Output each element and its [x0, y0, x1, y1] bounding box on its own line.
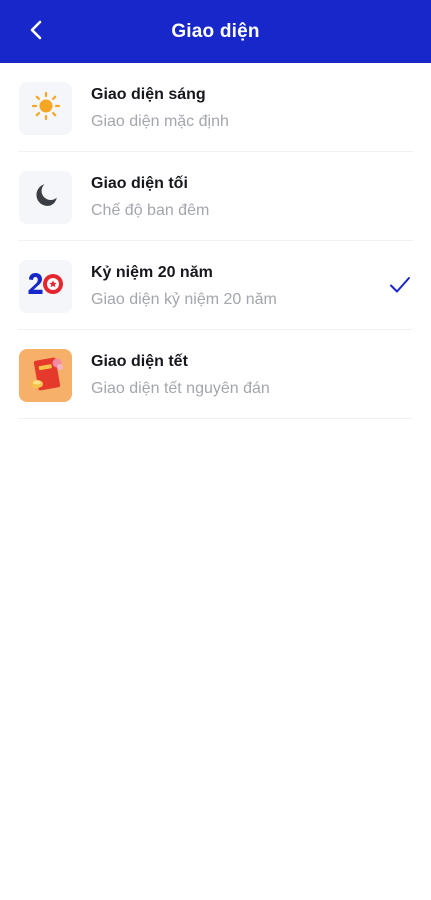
lunar-new-year-icon — [24, 351, 68, 400]
theme-title: Giao diện tết — [91, 353, 188, 370]
moon-icon — [31, 180, 61, 215]
sun-icon — [31, 91, 61, 126]
anniversary-20-icon — [27, 271, 65, 302]
app-header: Giao diện — [0, 0, 431, 63]
theme-option-dark[interactable]: Giao diện tối Chế độ ban đêm — [0, 152, 431, 241]
chevron-left-icon — [29, 20, 43, 45]
theme-text-group: Giao diện sáng Giao diện mặc định — [91, 84, 371, 133]
theme-text-group: Giao diện tết Giao diện tết nguyên đán — [91, 351, 371, 400]
theme-title: Giao diện tối — [91, 175, 188, 192]
theme-title: Giao diện sáng — [91, 86, 206, 103]
theme-icon-container — [19, 349, 72, 402]
theme-subtitle: Giao diện tết nguyên đán — [91, 380, 270, 397]
theme-icon-container — [19, 260, 72, 313]
theme-subtitle: Chế độ ban đêm — [91, 202, 210, 219]
theme-text-group: Kỷ niệm 20 năm Giao diện kỷ niệm 20 năm — [91, 262, 371, 311]
theme-subtitle: Giao diện kỷ niệm 20 năm — [91, 291, 277, 308]
theme-settings-screen: Giao diện Giao diện sáng Giao diện mặc đ… — [0, 0, 431, 900]
page-title: Giao diện — [171, 20, 260, 42]
checkmark-icon — [389, 275, 411, 295]
theme-option-light[interactable]: Giao diện sáng Giao diện mặc định — [0, 63, 431, 152]
theme-option-anniversary[interactable]: Kỷ niệm 20 năm Giao diện kỷ niệm 20 năm — [0, 241, 431, 330]
theme-title: Kỷ niệm 20 năm — [91, 264, 213, 281]
theme-icon-container — [19, 82, 72, 135]
theme-subtitle: Giao diện mặc định — [91, 113, 229, 130]
theme-text-group: Giao diện tối Chế độ ban đêm — [91, 173, 371, 222]
back-button[interactable] — [18, 14, 54, 50]
theme-list: Giao diện sáng Giao diện mặc định Giao d… — [0, 63, 431, 419]
theme-option-tet[interactable]: Giao diện tết Giao diện tết nguyên đán — [0, 330, 431, 419]
theme-icon-container — [19, 171, 72, 224]
